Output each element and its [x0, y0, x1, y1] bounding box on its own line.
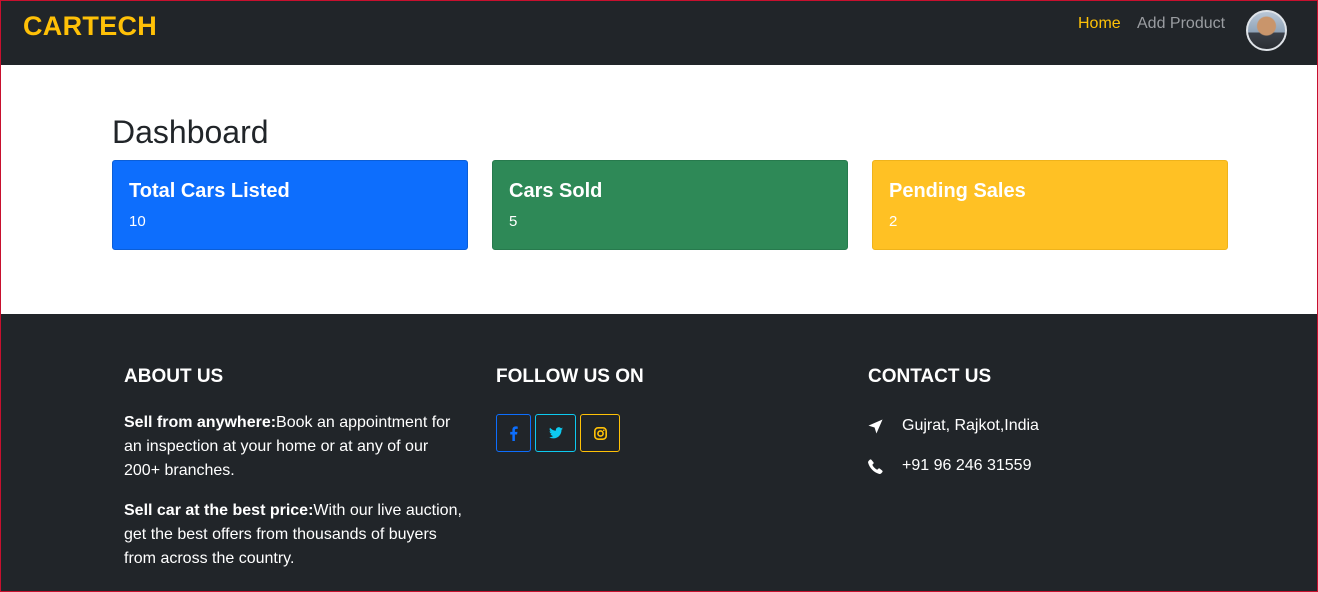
page-title: Dashboard — [112, 114, 269, 150]
card-total-cars-listed: Total Cars Listed 10 — [112, 160, 468, 250]
card-value: 2 — [889, 213, 898, 230]
contact-location-text: Gujrat, Rajkot,India — [902, 417, 1039, 434]
nav-add-product-link[interactable]: Add Product — [1137, 15, 1225, 33]
about-bold: Sell from anywhere: — [124, 414, 277, 431]
nav-home-link[interactable]: Home — [1078, 15, 1121, 33]
card-title: Total Cars Listed — [129, 180, 290, 202]
card-pending-sales: Pending Sales 2 — [872, 160, 1228, 250]
facebook-button[interactable] — [496, 414, 531, 452]
contact-location: Gujrat, Rajkot,India — [868, 417, 1039, 435]
contact-heading: CONTACT US — [868, 366, 992, 387]
card-title: Pending Sales — [889, 180, 1026, 202]
twitter-button[interactable] — [535, 414, 576, 452]
instagram-button[interactable] — [580, 414, 620, 452]
contact-phone: +91 96 246 31559 — [868, 457, 1031, 475]
about-paragraph: Sell car at the best price:With our live… — [124, 499, 464, 571]
facebook-icon — [510, 425, 518, 441]
card-value: 10 — [129, 213, 146, 230]
phone-icon — [868, 458, 902, 474]
twitter-icon — [548, 427, 563, 439]
about-paragraph: Sell from anywhere:Book an appointment f… — [124, 411, 464, 483]
about-bold: Sell car at the best price: — [124, 502, 314, 519]
navbar: CARTECH Home Add Product — [0, 0, 1318, 65]
location-arrow-icon — [868, 418, 902, 434]
card-value: 5 — [509, 213, 518, 230]
footer: ABOUT US Sell from anywhere:Book an appo… — [0, 314, 1318, 592]
user-avatar[interactable] — [1246, 10, 1287, 51]
instagram-icon — [593, 426, 607, 440]
card-cars-sold: Cars Sold 5 — [492, 160, 848, 250]
brand-logo[interactable]: CARTECH — [23, 11, 157, 42]
contact-phone-text: +91 96 246 31559 — [902, 457, 1032, 474]
follow-heading: FOLLOW US ON — [496, 366, 644, 387]
about-heading: ABOUT US — [124, 366, 224, 387]
card-title: Cars Sold — [509, 180, 603, 202]
